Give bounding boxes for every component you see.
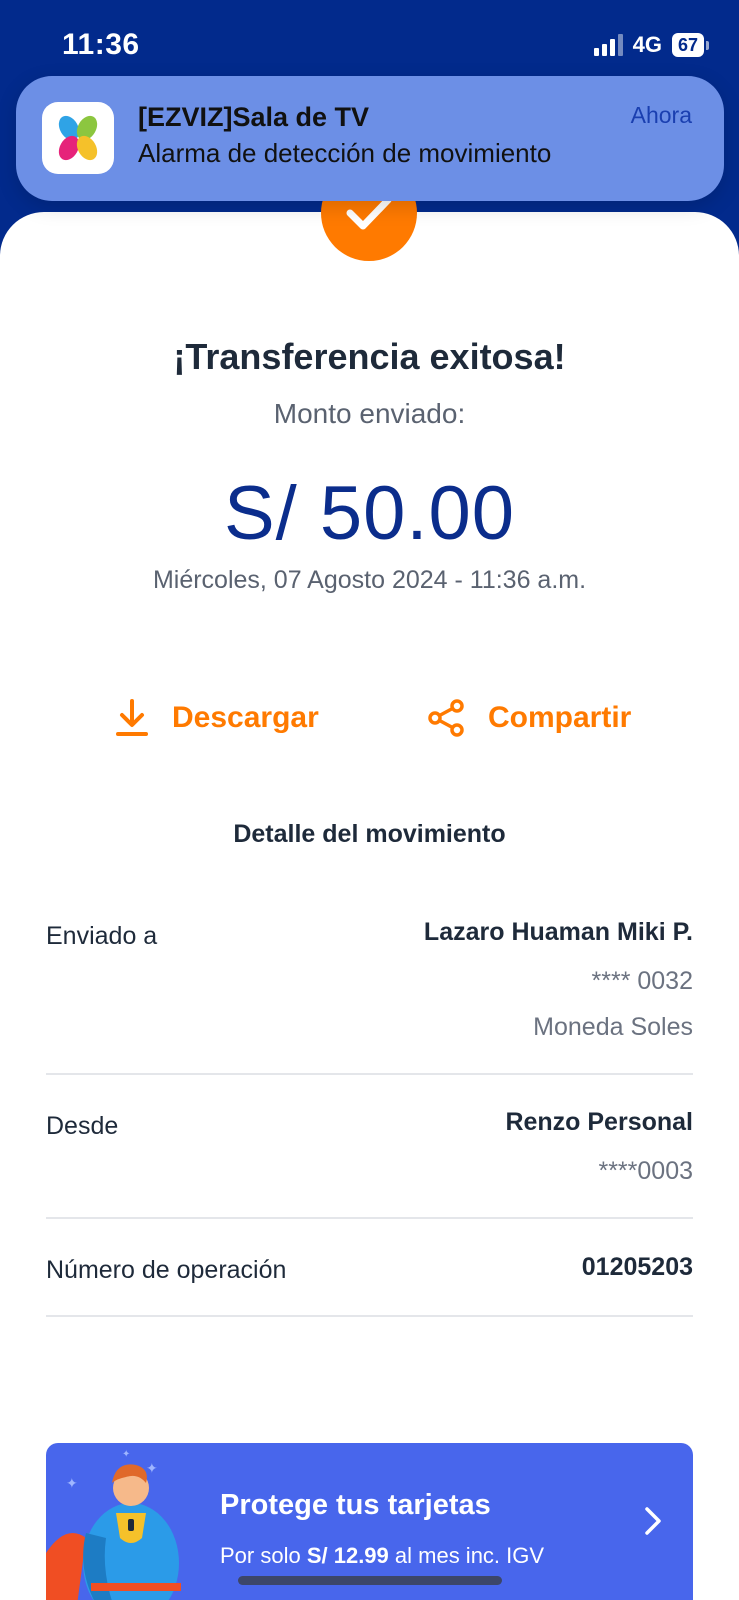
svg-text:✦: ✦	[66, 1476, 78, 1492]
page-title: ¡Transferencia exitosa!	[173, 336, 566, 377]
notification-body: Alarma de detección de movimiento	[138, 138, 552, 168]
status-bar: 11:36 4G 67	[0, 0, 739, 80]
notification-title: [EZVIZ]Sala de TV	[138, 102, 370, 132]
battery-level: 67	[671, 33, 704, 57]
notification-time: Ahora	[630, 102, 692, 128]
signal-icon	[593, 34, 623, 56]
sent-to-currency: Moneda Soles	[533, 1013, 693, 1041]
home-indicator[interactable]	[238, 1576, 502, 1585]
sent-to-label: Enviado a	[46, 922, 158, 950]
amount-value: S/ 50.00	[223, 471, 516, 556]
ezviz-app-icon	[42, 102, 114, 174]
amount-label: Monto enviado:	[273, 398, 466, 429]
download-button[interactable]: Descargar	[114, 698, 319, 738]
promo-title: Protege tus tarjetas	[220, 1489, 491, 1521]
superhero-illustration: ✦ ✦ ✦	[46, 1449, 181, 1600]
share-icon	[428, 699, 464, 737]
battery-icon: 67	[671, 33, 709, 57]
network-type: 4G	[632, 32, 662, 57]
from-name: Renzo Personal	[505, 1108, 693, 1136]
status-time: 11:36	[62, 28, 140, 61]
share-label: Compartir	[488, 701, 632, 734]
chevron-right-icon	[645, 1507, 661, 1535]
from-account: ****0003	[598, 1157, 693, 1185]
download-label: Descargar	[172, 701, 319, 734]
divider	[46, 1073, 693, 1075]
svg-text:✦: ✦	[146, 1461, 158, 1477]
sent-to-name: Lazaro Huaman Miki P.	[423, 918, 693, 946]
from-label: Desde	[46, 1112, 119, 1140]
promo-sub-prefix: Por solo	[220, 1543, 307, 1568]
promo-price: S/ 12.99	[306, 1543, 389, 1568]
divider	[46, 1217, 693, 1219]
detail-section-title: Detalle del movimiento	[233, 820, 506, 848]
operation-number-value: 01205203	[581, 1253, 693, 1281]
svg-text:✦: ✦	[122, 1449, 130, 1460]
transfer-datetime: Miércoles, 07 Agosto 2024 - 11:36 a.m.	[152, 566, 587, 594]
operation-number-label: Número de operación	[46, 1256, 287, 1284]
push-notification[interactable]: [EZVIZ]Sala de TV Alarma de detección de…	[16, 76, 724, 201]
promo-subtitle: Por solo S/ 12.99 al mes inc. IGV	[220, 1543, 544, 1569]
download-icon	[116, 699, 148, 736]
divider	[46, 1315, 693, 1317]
promo-sub-suffix: al mes inc. IGV	[388, 1543, 545, 1568]
sent-to-account: **** 0032	[591, 967, 693, 995]
status-indicators: 4G 67	[593, 32, 709, 58]
share-button[interactable]: Compartir	[426, 698, 631, 738]
